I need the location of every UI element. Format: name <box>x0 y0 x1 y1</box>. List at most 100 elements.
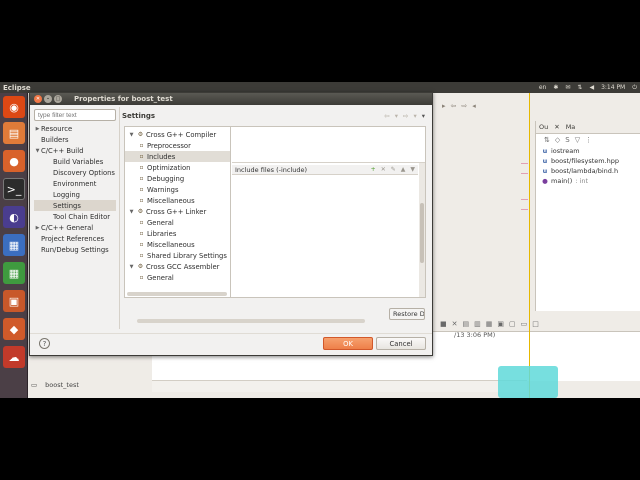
impress-icon[interactable]: ▣ <box>3 290 25 312</box>
sort-icon[interactable]: ⇅ <box>544 136 550 144</box>
hide-fields-icon[interactable]: ◇ <box>555 136 560 144</box>
tree-scrollbar[interactable] <box>127 292 227 296</box>
edit-icon[interactable]: ✎ <box>391 166 396 173</box>
expand-arrow-icon[interactable]: ▼ <box>34 148 41 154</box>
tab-make-target[interactable]: Ma <box>566 123 576 131</box>
toolbar-icon[interactable]: ⇨ <box>461 102 467 110</box>
toolbar-icon[interactable]: ⇦ <box>451 102 457 110</box>
outline-item[interactable]: u boost/filesystem.hpp <box>536 156 640 166</box>
ubuntu-one-icon[interactable]: ☁ <box>3 346 25 368</box>
nav-item[interactable]: Builders <box>34 134 116 145</box>
tool-tree-item[interactable]: ▫ Miscellaneous <box>125 195 230 206</box>
clock[interactable]: 3:14 PM <box>601 84 625 91</box>
minimize-window-icon[interactable]: – <box>44 95 52 103</box>
nav-item[interactable]: ▶ Resource <box>34 123 116 134</box>
tool-tree-item[interactable]: ▫ Warnings <box>125 184 230 195</box>
tool-tree-item[interactable]: ▫ Debugging <box>125 173 230 184</box>
tool-tree-item[interactable]: ▫ Optimization <box>125 162 230 173</box>
remove-icon[interactable]: ✕ <box>452 320 458 328</box>
nav-item[interactable]: Discovery Options <box>34 167 116 178</box>
include-files-list[interactable] <box>232 175 418 295</box>
outline-item[interactable]: u boost/lambda/bind.h <box>536 166 640 176</box>
tool-tree-item[interactable]: ▫ General <box>125 217 230 228</box>
filter-icon[interactable]: ▽ <box>575 136 580 144</box>
ubuntu-dash-icon[interactable]: ◉ <box>3 96 25 118</box>
tool-tree-item[interactable]: ▫ Miscellaneous <box>125 239 230 250</box>
restore-defaults-button[interactable]: Restore D <box>389 308 425 320</box>
mail-icon[interactable]: ✉ <box>565 84 570 91</box>
expand-arrow-icon[interactable]: ▼ <box>128 132 135 138</box>
bluetooth-icon[interactable]: ✱ <box>553 84 558 91</box>
toolbar-icon[interactable]: ▸ <box>442 102 446 110</box>
tool-tree-item[interactable]: ▫ Includes <box>125 151 230 162</box>
nav-item[interactable]: ▶ C/C++ General <box>34 222 116 233</box>
back-icon[interactable]: ⇦ <box>384 112 389 120</box>
filter-input[interactable] <box>34 109 116 121</box>
settings-scrollbar[interactable] <box>137 319 365 323</box>
close-icon[interactable]: ✕ <box>554 123 559 131</box>
view-menu-icon[interactable]: ▾ <box>422 112 425 120</box>
pane-divider <box>119 107 120 329</box>
tool-tree-item[interactable]: ▫ Shared Library Settings <box>125 250 230 261</box>
expand-arrow-icon[interactable]: ▶ <box>34 126 41 132</box>
tool-tree-label: Warnings <box>147 185 179 194</box>
back-menu-icon[interactable]: ▾ <box>395 112 398 120</box>
toolbar-icon[interactable]: ◂ <box>472 102 476 110</box>
keyboard-indicator[interactable]: en <box>539 84 547 91</box>
writer-icon[interactable]: ▦ <box>3 234 25 256</box>
minimize-icon[interactable]: ▭ <box>521 320 528 328</box>
tab-outline[interactable]: Ou <box>539 123 548 131</box>
nav-item[interactable]: Build Variables <box>34 156 116 167</box>
power-icon[interactable]: ⏻ <box>632 84 637 92</box>
nav-item[interactable]: Run/Debug Settings <box>34 244 116 255</box>
nav-item[interactable]: Environment <box>34 178 116 189</box>
tool-tree-item[interactable]: ▫ General <box>125 272 230 283</box>
nav-item[interactable]: Tool Chain Editor <box>34 211 116 222</box>
cancel-button[interactable]: Cancel <box>376 337 426 350</box>
expand-arrow-icon[interactable]: ▼ <box>128 264 135 270</box>
maximize-window-icon[interactable]: □ <box>54 95 62 103</box>
move-up-icon[interactable]: ▲ <box>401 166 406 173</box>
forward-menu-icon[interactable]: ▾ <box>413 112 416 120</box>
ok-button[interactable]: OK <box>323 337 373 350</box>
display-console-icon[interactable]: ▣ <box>497 320 504 328</box>
add-icon[interactable]: + <box>371 166 376 173</box>
move-down-icon[interactable]: ▼ <box>410 166 415 173</box>
firefox-icon[interactable]: ● <box>3 150 25 172</box>
pin-icon[interactable]: ▦ <box>486 320 493 328</box>
network-icon[interactable]: ⇅ <box>577 84 582 91</box>
tool-tree-item[interactable]: ▼ ⚙ Cross G++ Linker <box>125 206 230 217</box>
console-scrollbar[interactable] <box>152 380 527 392</box>
outline-item[interactable]: ● main(): int <box>536 176 640 186</box>
forward-icon[interactable]: ⇨ <box>403 112 408 120</box>
help-icon[interactable]: ? <box>39 338 50 349</box>
files-icon[interactable]: ▤ <box>3 122 25 144</box>
nav-item[interactable]: Logging <box>34 189 116 200</box>
maximize-icon[interactable]: □ <box>532 320 539 328</box>
nav-item[interactable]: ▼ C/C++ Build <box>34 145 116 156</box>
tool-tree-item[interactable]: ▫ Preprocessor <box>125 140 230 151</box>
software-center-icon[interactable]: ◆ <box>3 318 25 340</box>
view-menu-icon[interactable]: ⋮ <box>585 136 592 144</box>
expand-arrow-icon[interactable]: ▶ <box>34 225 41 231</box>
project-item[interactable]: boost_test <box>45 381 79 389</box>
open-console-icon[interactable]: ▢ <box>509 320 516 328</box>
close-window-icon[interactable]: ✕ <box>34 95 42 103</box>
delete-icon[interactable]: ✕ <box>381 166 386 173</box>
nav-item[interactable]: Settings <box>34 200 116 211</box>
nav-item[interactable]: Project References <box>34 233 116 244</box>
eclipse-icon[interactable]: ◐ <box>3 206 25 228</box>
outline-item[interactable]: u iostream <box>536 146 640 156</box>
tool-tree-item[interactable]: ▼ ⚙ Cross GCC Assembler <box>125 261 230 272</box>
calc-icon[interactable]: ▦ <box>3 262 25 284</box>
expand-arrow-icon[interactable]: ▼ <box>128 209 135 215</box>
terminal-icon[interactable]: >_ <box>3 178 25 200</box>
tool-tree-item[interactable]: ▫ Libraries <box>125 228 230 239</box>
stop-icon[interactable]: ■ <box>440 320 447 328</box>
tool-tree-item[interactable]: ▼ ⚙ Cross G++ Compiler <box>125 129 230 140</box>
vertical-scrollbar[interactable] <box>419 163 425 297</box>
clear-console-icon[interactable]: ▤ <box>463 320 470 328</box>
volume-icon[interactable]: ◀ <box>589 84 594 91</box>
hide-static-icon[interactable]: S <box>565 136 569 144</box>
scroll-lock-icon[interactable]: ▥ <box>474 320 481 328</box>
